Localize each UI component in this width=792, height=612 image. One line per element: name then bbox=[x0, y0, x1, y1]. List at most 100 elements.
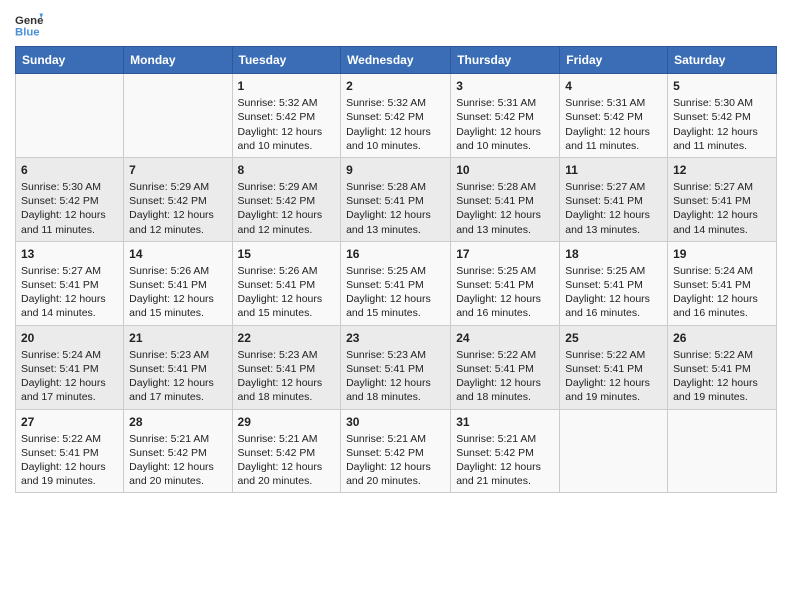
daylight-text: Daylight: 12 hours and 20 minutes. bbox=[346, 460, 445, 488]
sunset-text: Sunset: 5:41 PM bbox=[129, 278, 226, 292]
sunrise-text: Sunrise: 5:25 AM bbox=[346, 264, 445, 278]
sunset-text: Sunset: 5:42 PM bbox=[21, 194, 118, 208]
daylight-text: Daylight: 12 hours and 14 minutes. bbox=[673, 208, 771, 236]
day-number: 8 bbox=[238, 162, 336, 178]
sunset-text: Sunset: 5:41 PM bbox=[673, 278, 771, 292]
calendar-cell: 14Sunrise: 5:26 AMSunset: 5:41 PMDayligh… bbox=[124, 241, 232, 325]
daylight-text: Daylight: 12 hours and 18 minutes. bbox=[346, 376, 445, 404]
sunset-text: Sunset: 5:41 PM bbox=[238, 362, 336, 376]
calendar-week-row: 6Sunrise: 5:30 AMSunset: 5:42 PMDaylight… bbox=[16, 157, 777, 241]
calendar-cell: 18Sunrise: 5:25 AMSunset: 5:41 PMDayligh… bbox=[560, 241, 668, 325]
sunrise-text: Sunrise: 5:22 AM bbox=[565, 348, 662, 362]
svg-text:Blue: Blue bbox=[15, 26, 40, 38]
sunrise-text: Sunrise: 5:28 AM bbox=[456, 180, 554, 194]
calendar-cell: 4Sunrise: 5:31 AMSunset: 5:42 PMDaylight… bbox=[560, 74, 668, 158]
daylight-text: Daylight: 12 hours and 10 minutes. bbox=[238, 125, 336, 153]
day-number: 11 bbox=[565, 162, 662, 178]
day-number: 5 bbox=[673, 78, 771, 94]
day-number: 9 bbox=[346, 162, 445, 178]
daylight-text: Daylight: 12 hours and 16 minutes. bbox=[673, 292, 771, 320]
daylight-text: Daylight: 12 hours and 14 minutes. bbox=[21, 292, 118, 320]
calendar-table: SundayMondayTuesdayWednesdayThursdayFrid… bbox=[15, 46, 777, 493]
sunrise-text: Sunrise: 5:29 AM bbox=[129, 180, 226, 194]
day-number: 18 bbox=[565, 246, 662, 262]
day-number: 2 bbox=[346, 78, 445, 94]
daylight-text: Daylight: 12 hours and 21 minutes. bbox=[456, 460, 554, 488]
day-number: 29 bbox=[238, 414, 336, 430]
day-number: 24 bbox=[456, 330, 554, 346]
calendar-cell: 26Sunrise: 5:22 AMSunset: 5:41 PMDayligh… bbox=[668, 325, 777, 409]
sunrise-text: Sunrise: 5:23 AM bbox=[129, 348, 226, 362]
sunrise-text: Sunrise: 5:22 AM bbox=[456, 348, 554, 362]
sunrise-text: Sunrise: 5:21 AM bbox=[238, 432, 336, 446]
sunrise-text: Sunrise: 5:21 AM bbox=[129, 432, 226, 446]
sunrise-text: Sunrise: 5:30 AM bbox=[673, 96, 771, 110]
sunrise-text: Sunrise: 5:25 AM bbox=[456, 264, 554, 278]
sunrise-text: Sunrise: 5:22 AM bbox=[673, 348, 771, 362]
daylight-text: Daylight: 12 hours and 19 minutes. bbox=[21, 460, 118, 488]
daylight-text: Daylight: 12 hours and 13 minutes. bbox=[346, 208, 445, 236]
daylight-text: Daylight: 12 hours and 15 minutes. bbox=[129, 292, 226, 320]
daylight-text: Daylight: 12 hours and 12 minutes. bbox=[129, 208, 226, 236]
day-number: 1 bbox=[238, 78, 336, 94]
sunset-text: Sunset: 5:42 PM bbox=[673, 110, 771, 124]
calendar-cell: 5 Sunrise: 5:30 AMSunset: 5:42 PMDaylight… bbox=[668, 74, 777, 158]
calendar-cell: 6Sunrise: 5:30 AMSunset: 5:42 PMDaylight… bbox=[16, 157, 124, 241]
calendar-cell bbox=[668, 409, 777, 493]
sunrise-text: Sunrise: 5:25 AM bbox=[565, 264, 662, 278]
sunset-text: Sunset: 5:42 PM bbox=[346, 446, 445, 460]
calendar-cell: 30Sunrise: 5:21 AMSunset: 5:42 PMDayligh… bbox=[341, 409, 451, 493]
sunset-text: Sunset: 5:42 PM bbox=[565, 110, 662, 124]
calendar-cell: 29Sunrise: 5:21 AMSunset: 5:42 PMDayligh… bbox=[232, 409, 341, 493]
weekday-header-friday: Friday bbox=[560, 47, 668, 74]
sunset-text: Sunset: 5:42 PM bbox=[456, 110, 554, 124]
sunrise-text: Sunrise: 5:21 AM bbox=[456, 432, 554, 446]
daylight-text: Daylight: 12 hours and 16 minutes. bbox=[565, 292, 662, 320]
sunrise-text: Sunrise: 5:26 AM bbox=[238, 264, 336, 278]
sunset-text: Sunset: 5:42 PM bbox=[346, 110, 445, 124]
calendar-cell: 19Sunrise: 5:24 AMSunset: 5:41 PMDayligh… bbox=[668, 241, 777, 325]
calendar-cell: 21Sunrise: 5:23 AMSunset: 5:41 PMDayligh… bbox=[124, 325, 232, 409]
calendar-cell: 17Sunrise: 5:25 AMSunset: 5:41 PMDayligh… bbox=[451, 241, 560, 325]
sunrise-text: Sunrise: 5:31 AM bbox=[565, 96, 662, 110]
day-number: 26 bbox=[673, 330, 771, 346]
svg-text:General: General bbox=[15, 15, 43, 27]
daylight-text: Daylight: 12 hours and 10 minutes. bbox=[346, 125, 445, 153]
day-number: 31 bbox=[456, 414, 554, 430]
sunset-text: Sunset: 5:41 PM bbox=[456, 278, 554, 292]
sunset-text: Sunset: 5:41 PM bbox=[346, 278, 445, 292]
weekday-header-thursday: Thursday bbox=[451, 47, 560, 74]
calendar-week-row: 20Sunrise: 5:24 AMSunset: 5:41 PMDayligh… bbox=[16, 325, 777, 409]
sunrise-text: Sunrise: 5:30 AM bbox=[21, 180, 118, 194]
sunrise-text: Sunrise: 5:24 AM bbox=[673, 264, 771, 278]
daylight-text: Daylight: 12 hours and 11 minutes. bbox=[673, 125, 771, 153]
day-number: 27 bbox=[21, 414, 118, 430]
calendar-cell: 22Sunrise: 5:23 AMSunset: 5:41 PMDayligh… bbox=[232, 325, 341, 409]
sunset-text: Sunset: 5:41 PM bbox=[238, 278, 336, 292]
logo-icon: General Blue bbox=[15, 10, 43, 38]
calendar-cell: 31Sunrise: 5:21 AMSunset: 5:42 PMDayligh… bbox=[451, 409, 560, 493]
sunset-text: Sunset: 5:41 PM bbox=[21, 278, 118, 292]
daylight-text: Daylight: 12 hours and 10 minutes. bbox=[456, 125, 554, 153]
day-number: 28 bbox=[129, 414, 226, 430]
day-number: 22 bbox=[238, 330, 336, 346]
sunrise-text: Sunrise: 5:22 AM bbox=[21, 432, 118, 446]
daylight-text: Daylight: 12 hours and 17 minutes. bbox=[129, 376, 226, 404]
calendar-cell: 16Sunrise: 5:25 AMSunset: 5:41 PMDayligh… bbox=[341, 241, 451, 325]
calendar-week-row: 1Sunrise: 5:32 AMSunset: 5:42 PMDaylight… bbox=[16, 74, 777, 158]
daylight-text: Daylight: 12 hours and 15 minutes. bbox=[346, 292, 445, 320]
daylight-text: Daylight: 12 hours and 11 minutes. bbox=[565, 125, 662, 153]
logo: General Blue bbox=[15, 10, 49, 38]
calendar-cell: 23Sunrise: 5:23 AMSunset: 5:41 PMDayligh… bbox=[341, 325, 451, 409]
calendar-cell: 9Sunrise: 5:28 AMSunset: 5:41 PMDaylight… bbox=[341, 157, 451, 241]
sunrise-text: Sunrise: 5:27 AM bbox=[673, 180, 771, 194]
sunset-text: Sunset: 5:41 PM bbox=[21, 446, 118, 460]
weekday-header-monday: Monday bbox=[124, 47, 232, 74]
sunrise-text: Sunrise: 5:24 AM bbox=[21, 348, 118, 362]
calendar-cell: 27 Sunrise: 5:22 AMSunset: 5:41 PMDayligh… bbox=[16, 409, 124, 493]
page: General Blue SundayMondayTuesdayWednesda… bbox=[0, 0, 792, 612]
calendar-cell: 7Sunrise: 5:29 AMSunset: 5:42 PMDaylight… bbox=[124, 157, 232, 241]
day-number: 13 bbox=[21, 246, 118, 262]
sunset-text: Sunset: 5:41 PM bbox=[565, 362, 662, 376]
daylight-text: Daylight: 12 hours and 15 minutes. bbox=[238, 292, 336, 320]
